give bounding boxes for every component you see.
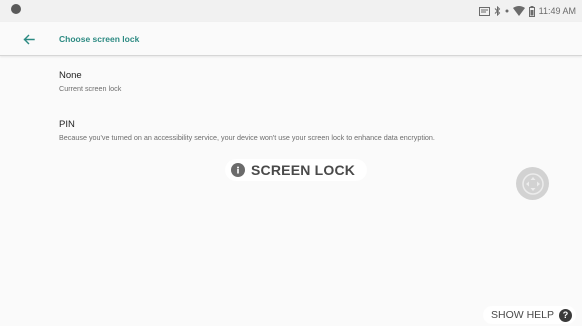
option-none-summary: Current screen lock — [59, 84, 122, 93]
status-time: 11:49 AM — [538, 6, 576, 16]
option-none[interactable]: None Current screen lock — [59, 70, 121, 94]
status-icons: 11:49 AM — [478, 4, 576, 18]
back-button[interactable] — [18, 30, 40, 48]
app-bar: Choose screen lock — [0, 22, 582, 56]
status-bar: 11:49 AM — [0, 0, 582, 22]
bluetooth-icon — [494, 6, 500, 16]
dot-icon — [505, 9, 509, 13]
cast-icon — [478, 6, 490, 16]
assistive-touch-icon — [521, 172, 544, 195]
option-pin-summary: Because you've turned on an accessibilit… — [59, 133, 435, 142]
option-pin[interactable]: PIN Because you've turned on an accessib… — [59, 119, 435, 143]
screen-lock-label: SCREEN LOCK — [251, 162, 356, 178]
wifi-icon — [512, 6, 525, 16]
question-icon: ? — [559, 308, 572, 322]
floating-assistive-button[interactable] — [516, 167, 549, 200]
battery-icon — [528, 5, 535, 17]
show-help-label: SHOW HELP — [490, 309, 554, 321]
arrow-left-icon — [23, 34, 35, 44]
screen-lock-overlay: SCREEN LOCK — [225, 159, 368, 181]
show-help-button[interactable]: SHOW HELP ? — [482, 306, 576, 324]
info-icon — [231, 163, 245, 177]
option-none-title: None — [59, 70, 82, 81]
notification-dot-icon — [11, 4, 21, 14]
page-title: Choose screen lock — [59, 34, 140, 44]
option-pin-title: PIN — [59, 119, 75, 130]
